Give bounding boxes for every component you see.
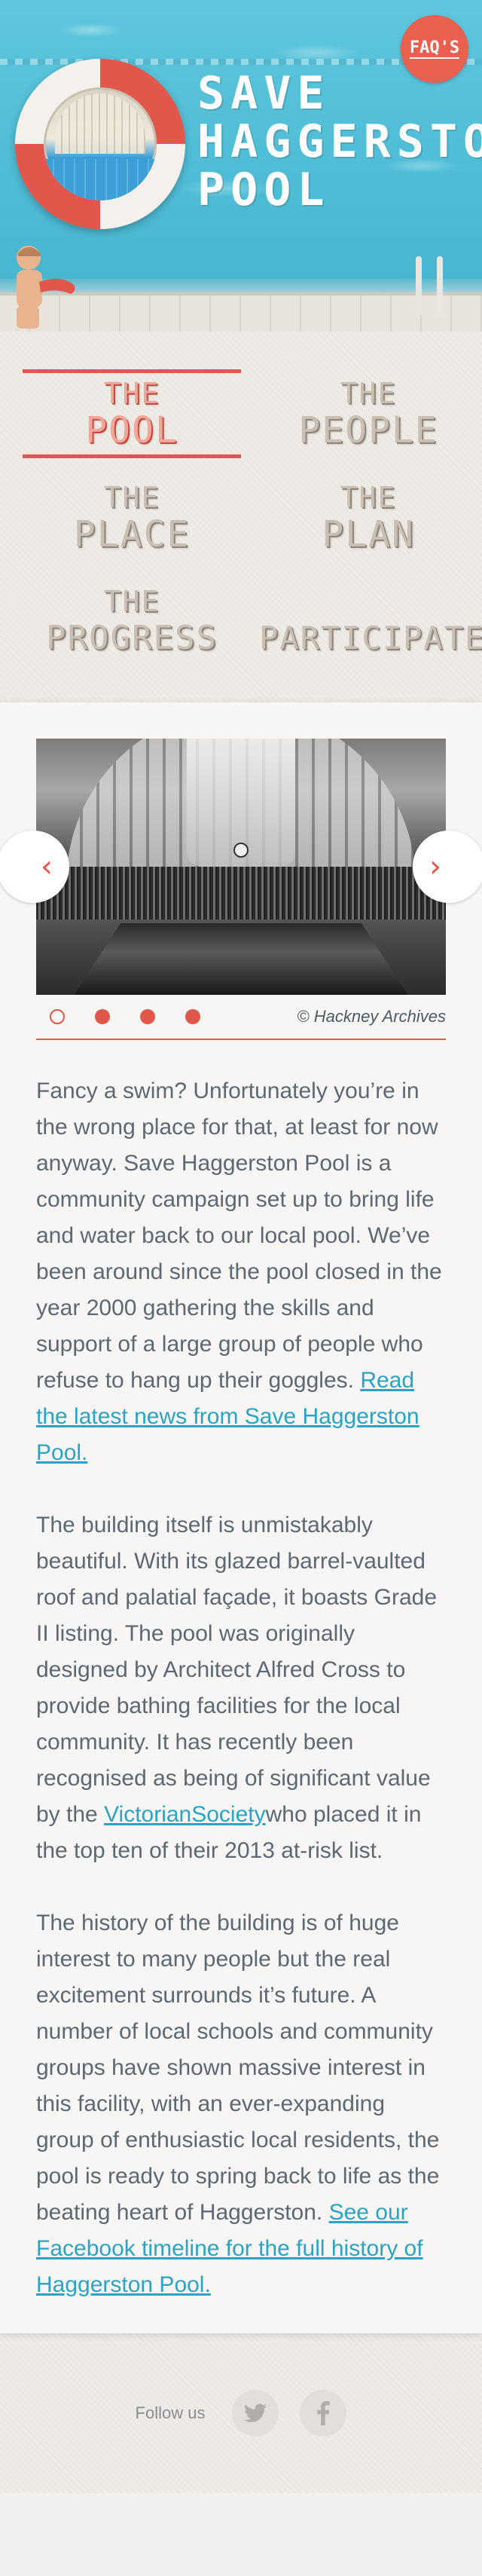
chevron-right-icon: › [429, 849, 441, 884]
site-title[interactable]: SAVE HAGGERSTON POOL [197, 69, 482, 216]
image-credit: © Hackney Archives [297, 1007, 446, 1026]
twitter-button[interactable] [232, 2390, 279, 2437]
main-content: ‹ › © Hackney Archives Fancy a swim? Unf… [0, 701, 482, 2333]
nav-item-the-pool[interactable]: THE POOL [23, 369, 241, 458]
pool-ladder-icon [413, 256, 458, 317]
slider-dots [36, 1009, 200, 1024]
slide-image-historic-pool [36, 739, 446, 995]
nav-item-label: PLAN [322, 513, 415, 555]
nav-item-participate[interactable]: PARTICIPATE [259, 577, 482, 666]
chevron-left-icon: ‹ [41, 849, 53, 884]
nav-item-prefix: THE [103, 585, 160, 618]
nav-item-prefix: THE [103, 481, 160, 514]
nav-item-the-plan[interactable]: THE PLAN [259, 473, 477, 562]
slider-next-button[interactable]: › [413, 831, 482, 903]
nav-item-label: PROGRESS [46, 619, 218, 657]
nav-item-label: PEOPLE [298, 409, 438, 451]
faq-label: FAQ'S [409, 38, 460, 59]
nav-item-label: PLACE [73, 513, 191, 555]
paragraph-text: The building itself is unmistakably beau… [36, 1513, 438, 1827]
hero-header: SAVE HAGGERSTON POOL FAQ'S [0, 0, 482, 332]
nav-item-prefix: THE [340, 481, 397, 514]
twitter-icon [244, 2403, 267, 2422]
site-footer: Follow us [0, 2333, 482, 2493]
follow-us-label: Follow us [135, 2403, 206, 2422]
nav-item-prefix: THE [103, 377, 160, 410]
intro-paragraph: Fancy a swim? Unfortunately you’re in th… [36, 1073, 446, 1471]
nav-item-label: PARTICIPATE [259, 620, 482, 656]
facebook-button[interactable] [300, 2390, 347, 2437]
nav-item-the-place[interactable]: THE PLACE [23, 473, 241, 562]
slider-prev-button[interactable]: ‹ [0, 831, 69, 903]
paragraph-text: The history of the building is of huge i… [36, 1911, 440, 2225]
faq-button[interactable]: FAQ'S [401, 15, 468, 83]
pool-interior-illustration [44, 87, 157, 200]
nav-item-label: POOL [85, 409, 178, 451]
nav-item-the-people[interactable]: THE PEOPLE [259, 369, 477, 458]
slider-dot[interactable] [95, 1009, 110, 1024]
site-title-line: POOL [197, 164, 331, 216]
slider-meta: © Hackney Archives [36, 995, 446, 1040]
building-paragraph: The building itself is unmistakably beau… [36, 1507, 446, 1869]
slider-dot[interactable] [50, 1009, 65, 1024]
paragraph-text: Fancy a swim? Unfortunately you’re in th… [36, 1078, 442, 1393]
image-slider: ‹ › [0, 739, 482, 995]
lifebuoy-logo[interactable] [15, 59, 185, 229]
history-paragraph: The history of the building is of huge i… [36, 1905, 446, 2303]
slider-dot[interactable] [140, 1009, 155, 1024]
victorian-society-link[interactable]: VictorianSociety [104, 1802, 266, 1827]
nav-item-the-progress[interactable]: THE PROGRESS [23, 577, 241, 666]
slider-dot[interactable] [185, 1009, 200, 1024]
main-nav: THE POOL THE PEOPLE THE PLACE THE PLAN T… [0, 332, 482, 701]
site-title-line: HAGGERSTON [197, 115, 482, 168]
nav-item-prefix: THE [340, 377, 397, 410]
swimmer-illustration [17, 246, 75, 329]
facebook-icon [317, 2401, 330, 2425]
